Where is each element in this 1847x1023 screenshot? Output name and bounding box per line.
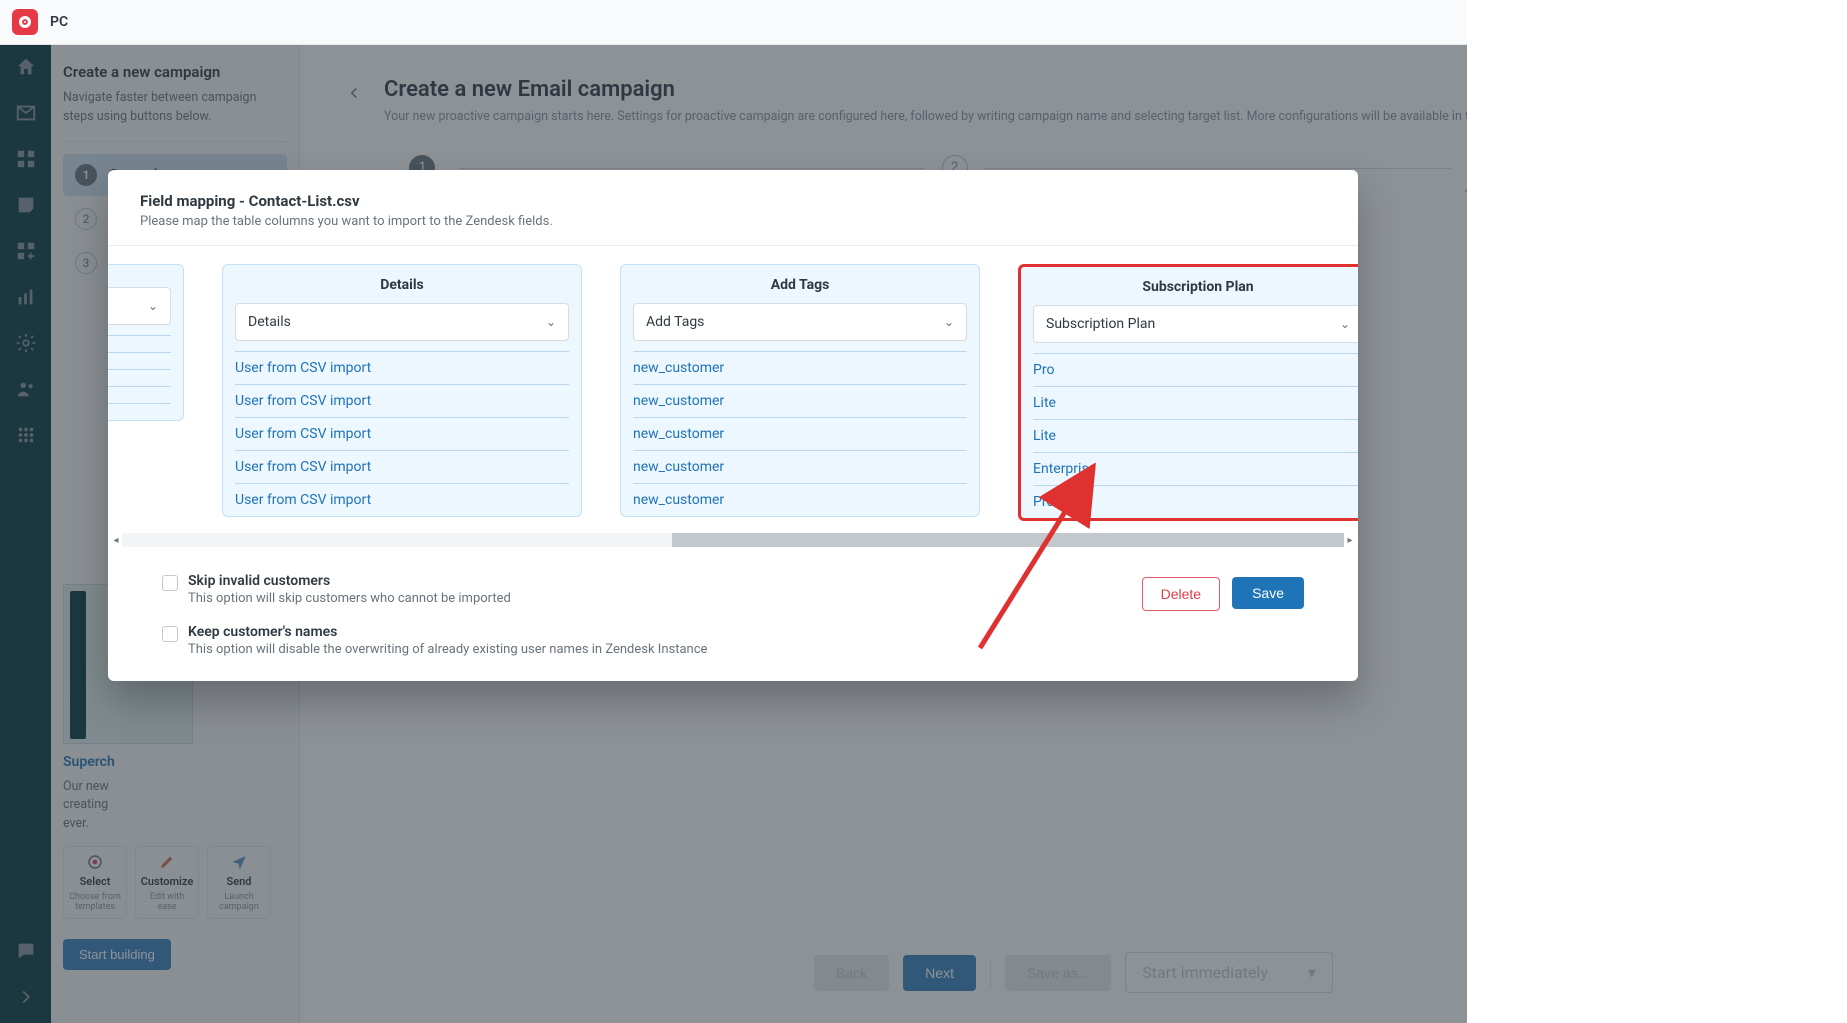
delete-button[interactable]: Delete [1142,577,1220,611]
chevron-down-icon: ⌄ [944,315,954,329]
cell: User from CSV import [235,384,569,417]
field-mapping-modal: Field mapping - Contact-List.csv Please … [108,170,1358,681]
cell [108,369,171,386]
select-value: Add Tags [646,314,704,330]
cell: Pro [1033,353,1358,386]
checkbox-skip[interactable] [162,575,178,591]
cell: User from CSV import [235,450,569,483]
checkbox-keep[interactable] [162,626,178,642]
chevron-down-icon: ⌄ [546,315,556,329]
scroll-thumb[interactable] [672,533,1344,547]
cell: new_customer [633,417,967,450]
mapping-card-tags: Add Tags Add Tags ⌄ new_customer new_cus… [620,264,980,517]
card-header: Add Tags [621,265,979,303]
mapping-select-details[interactable]: Details ⌄ [235,303,569,341]
modal-options: Skip invalid customers This option will … [108,553,1358,657]
mapping-select[interactable]: ⌄ [108,287,171,325]
option-keep: Keep customer's names This option will d… [162,624,707,657]
cell: new_customer [633,450,967,483]
card-header [108,265,183,287]
cell [108,386,171,403]
card-header: Details [223,265,581,303]
mapping-card-details: Details Details ⌄ User from CSV import U… [222,264,582,517]
topbar-label: PC [50,14,68,30]
select-value: Details [248,314,291,330]
mapping-select-tags[interactable]: Add Tags ⌄ [633,303,967,341]
app-logo-icon [12,9,38,35]
option-sub: This option will skip customers who cann… [188,591,511,606]
mapping-columns: ⌄ Details Details ⌄ User from CSV import… [108,246,1358,533]
cell: Pro [1033,485,1358,518]
option-title: Skip invalid customers [188,573,511,589]
cell: new_customer [633,384,967,417]
scroll-left-icon[interactable]: ◂ [110,533,122,547]
mapping-select-subscription[interactable]: Subscription Plan ⌄ [1033,305,1358,343]
cell: Lite [1033,386,1358,419]
scroll-track[interactable] [122,533,1344,547]
option-sub: This option will disable the overwriting… [188,642,707,657]
card-header: Subscription Plan [1021,267,1358,305]
horizontal-scrollbar[interactable]: ◂ ▸ [110,533,1356,547]
chevron-down-icon: ⌄ [1340,317,1350,331]
scroll-right-icon[interactable]: ▸ [1344,533,1356,547]
chevron-down-icon: ⌄ [148,299,158,313]
option-title: Keep customer's names [188,624,707,640]
cell: User from CSV import [235,483,569,516]
mapping-card-partial: ⌄ [108,264,184,421]
modal-title: Field mapping - Contact-List.csv [140,192,1326,210]
cell: Lite [1033,419,1358,452]
cell: User from CSV import [235,417,569,450]
cell [108,335,171,352]
page-right-edge [1467,0,1847,1023]
cell: Enterprise [1033,452,1358,485]
modal-header: Field mapping - Contact-List.csv Please … [108,170,1358,246]
save-button[interactable]: Save [1232,577,1304,609]
modal-subtitle: Please map the table columns you want to… [140,214,1326,229]
select-value: Subscription Plan [1046,316,1155,332]
cell: User from CSV import [235,351,569,384]
cell [108,403,171,420]
cell [108,352,171,369]
mapping-card-subscription: Subscription Plan Subscription Plan ⌄ Pr… [1018,264,1358,521]
cell: new_customer [633,483,967,516]
option-skip: Skip invalid customers This option will … [162,573,707,606]
cell: new_customer [633,351,967,384]
